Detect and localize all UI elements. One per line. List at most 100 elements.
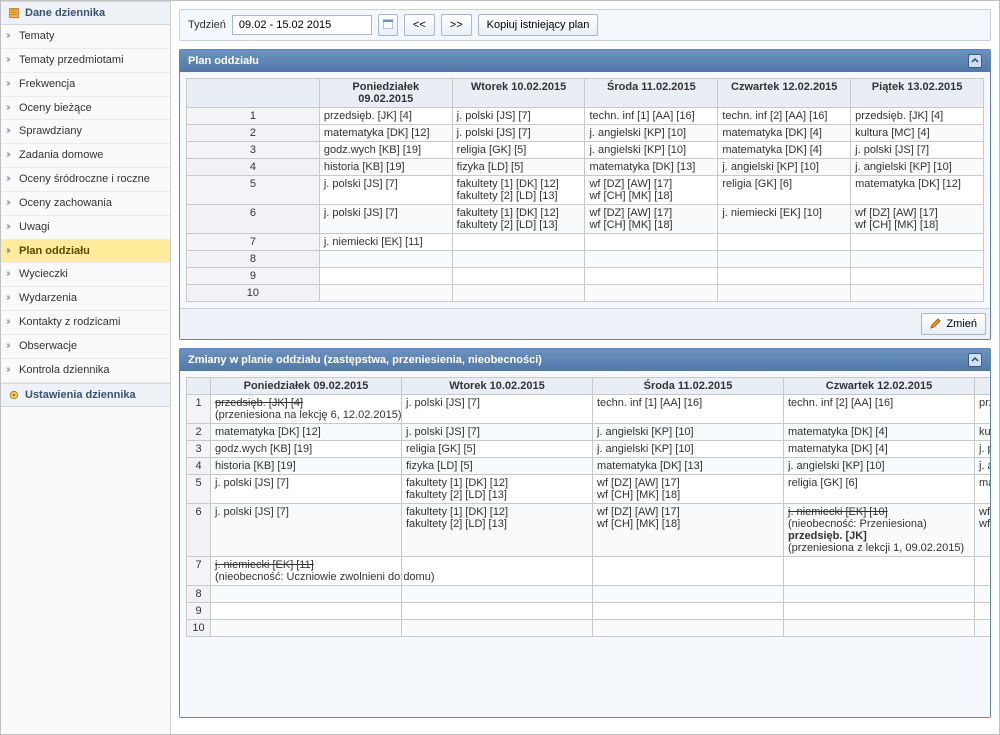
plan-cell: [585, 285, 718, 302]
sidebar-item[interactable]: Frekwencja: [1, 73, 170, 97]
column-header: Czwartek 12.02.2015: [784, 378, 975, 395]
plan-cell: [975, 586, 991, 603]
plan-cell: [211, 586, 402, 603]
plan-cell: [319, 285, 452, 302]
plan-cell: wf [DZ] [AW] [17]wf [CH] [MK] [18]: [585, 176, 718, 205]
sidebar-item[interactable]: Oceny bieżące: [1, 97, 170, 121]
plan-cell: matematyka [DK] [4]: [784, 441, 975, 458]
row-number: 1: [187, 395, 211, 424]
plan-cell: [851, 251, 984, 268]
plan-cell: [975, 620, 991, 637]
plan-cell: wf [DZ] [AW] [17]wf [CH] [MK] [18]: [585, 205, 718, 234]
copy-plan-button[interactable]: Kopiuj istniejący plan: [478, 14, 599, 36]
sidebar-item[interactable]: Kontakty z rodzicami: [1, 311, 170, 335]
column-header: [187, 79, 320, 108]
plan-cell: [452, 251, 585, 268]
plan-cell: fizyka [LD] [5]: [402, 458, 593, 475]
panel-changes-body[interactable]: Poniedziałek 09.02.2015Wtorek 10.02.2015…: [180, 371, 990, 717]
plan-cell: [975, 557, 991, 586]
plan-cell: [851, 268, 984, 285]
plan-cell: fakultety [1] [DK] [12]fakultety [2] [LD…: [402, 475, 593, 504]
plan-cell: [975, 603, 991, 620]
plan-cell: [402, 620, 593, 637]
row-number: 5: [187, 176, 320, 205]
sidebar-item[interactable]: Tematy przedmiotami: [1, 49, 170, 73]
row-number: 3: [187, 441, 211, 458]
sidebar-section-title: Dane dziennika: [25, 7, 105, 19]
plan-cell: j. polski [JS] [7]: [402, 395, 593, 424]
plan-cell: j. angielski [KP] [10]: [784, 458, 975, 475]
plan-cell: matematyka [DK] [4]: [718, 125, 851, 142]
plan-cell: j. angielski [KP] [10]: [718, 159, 851, 176]
plan-table: Poniedziałek 09.02.2015Wtorek 10.02.2015…: [186, 78, 984, 302]
plan-cell: religia [GK] [5]: [402, 441, 593, 458]
sidebar-item[interactable]: Tematy: [1, 25, 170, 49]
plan-cell: matematyka [DK] [12]: [851, 176, 984, 205]
sidebar-item[interactable]: Wycieczki: [1, 263, 170, 287]
row-number: 7: [187, 557, 211, 586]
plan-cell: [851, 285, 984, 302]
plan-cell: religia [GK] [5]: [452, 142, 585, 159]
next-week-button[interactable]: >>: [441, 14, 472, 36]
row-number: 6: [187, 504, 211, 557]
plan-cell: j. polski [JS] [7]: [452, 125, 585, 142]
plan-cell: techn. inf [2] [AA] [16]: [718, 108, 851, 125]
sidebar: Dane dziennika TematyTematy przedmiotami…: [1, 1, 171, 734]
column-header: Środa 11.02.2015: [585, 79, 718, 108]
plan-cell: kultura [MC] [4]: [851, 125, 984, 142]
plan-cell: [718, 234, 851, 251]
calendar-button[interactable]: [378, 14, 398, 36]
plan-cell: techn. inf [1] [AA] [16]: [593, 395, 784, 424]
plan-cell: [593, 557, 784, 586]
sidebar-item[interactable]: Oceny zachowania: [1, 192, 170, 216]
plan-cell: [784, 586, 975, 603]
row-number: 4: [187, 159, 320, 176]
row-number: 5: [187, 475, 211, 504]
collapse-icon[interactable]: [968, 54, 982, 68]
sidebar-item[interactable]: Oceny śródroczne i roczne: [1, 168, 170, 192]
sidebar-item[interactable]: Plan oddziału: [1, 240, 170, 264]
sidebar-section-journal-data: Dane dziennika: [1, 1, 170, 25]
column-header: Czwartek 12.02.2015: [718, 79, 851, 108]
plan-cell: [593, 620, 784, 637]
sidebar-item[interactable]: Zadania domowe: [1, 144, 170, 168]
prev-week-button[interactable]: <<: [404, 14, 435, 36]
plan-cell: [452, 234, 585, 251]
column-header: Wtorek 10.02.2015: [452, 79, 585, 108]
edit-plan-label: Zmień: [946, 318, 977, 330]
row-number: 6: [187, 205, 320, 234]
plan-cell: [718, 251, 851, 268]
plan-cell: przedsięb. [JK] [4]: [319, 108, 452, 125]
row-number: 8: [187, 586, 211, 603]
row-number: 1: [187, 108, 320, 125]
sidebar-item-list: TematyTematy przedmiotamiFrekwencjaOceny…: [1, 25, 170, 383]
column-header: Piątek 13.02.2015: [851, 79, 984, 108]
sidebar-item[interactable]: Kontrola dziennika: [1, 359, 170, 383]
edit-plan-button[interactable]: Zmień: [921, 313, 986, 335]
plan-cell: [319, 268, 452, 285]
week-range-input[interactable]: [232, 15, 372, 35]
sidebar-item[interactable]: Obserwacje: [1, 335, 170, 359]
plan-cell: [593, 603, 784, 620]
plan-cell: prze: [975, 395, 991, 424]
plan-cell: matematyka [DK] [13]: [585, 159, 718, 176]
plan-cell: przedsięb. [JK] [4]: [851, 108, 984, 125]
plan-cell: kult: [975, 424, 991, 441]
column-header: Poniedziałek 09.02.2015: [211, 378, 402, 395]
sidebar-item[interactable]: Uwagi: [1, 216, 170, 240]
plan-cell: j. polski [JS] [7]: [851, 142, 984, 159]
row-number: 3: [187, 142, 320, 159]
plan-cell: [593, 586, 784, 603]
plan-cell: religia [GK] [6]: [784, 475, 975, 504]
collapse-icon[interactable]: [968, 353, 982, 367]
sidebar-item[interactable]: Sprawdziany: [1, 120, 170, 144]
calendar-icon: [383, 19, 393, 32]
panel-changes: Zmiany w planie oddziału (zastępstwa, pr…: [179, 348, 991, 718]
panel-changes-header: Zmiany w planie oddziału (zastępstwa, pr…: [180, 349, 990, 371]
sidebar-item[interactable]: Wydarzenia: [1, 287, 170, 311]
plan-cell: wf [DZ] [AW] [17]wf [CH] [MK] [18]: [593, 475, 784, 504]
week-toolbar: Tydzień << >> Kopiuj istniejący plan: [179, 9, 991, 41]
plan-cell: j. niemiecki [EK] [10]: [718, 205, 851, 234]
plan-cell: j. niemiecki [EK] [11](nieobecność: Uczn…: [211, 557, 402, 586]
plan-cell: techn. inf [1] [AA] [16]: [585, 108, 718, 125]
